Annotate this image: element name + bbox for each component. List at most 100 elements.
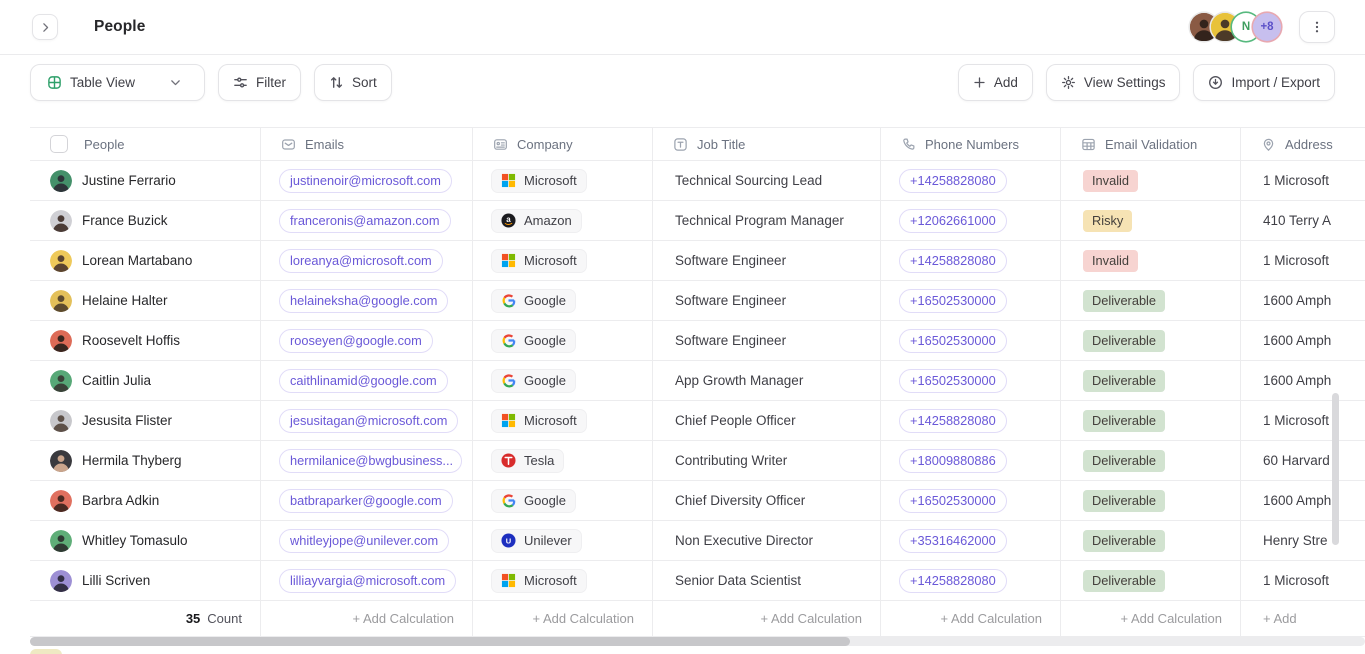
company-pill[interactable]: Microsoft bbox=[491, 409, 587, 433]
cell-email[interactable]: franceronis@amazon.com bbox=[261, 201, 473, 241]
cell-person-name[interactable]: Jesusita Flister bbox=[30, 401, 261, 441]
email-chip[interactable]: whitleyjope@unilever.com bbox=[279, 529, 449, 553]
cell-email[interactable]: justinenoir@microsoft.com bbox=[261, 161, 473, 201]
cell-company[interactable]: Google bbox=[473, 281, 653, 321]
add-calculation-button[interactable]: + Add Calculation bbox=[261, 601, 473, 637]
email-chip[interactable]: franceronis@amazon.com bbox=[279, 209, 451, 233]
email-chip[interactable]: lilliayvargia@microsoft.com bbox=[279, 569, 456, 593]
phone-chip[interactable]: +14258828080 bbox=[899, 169, 1007, 193]
cell-company[interactable]: Microsoft bbox=[473, 241, 653, 281]
cell-company[interactable]: Google bbox=[473, 321, 653, 361]
email-chip[interactable]: batbraparker@google.com bbox=[279, 489, 453, 513]
cell-address[interactable]: 1600 Amph bbox=[1241, 361, 1365, 401]
cell-job-title[interactable]: Chief Diversity Officer bbox=[653, 481, 881, 521]
add-calculation-button[interactable]: + Add Calculation bbox=[881, 601, 1061, 637]
company-pill[interactable]: Google bbox=[491, 369, 576, 393]
cell-job-title[interactable]: Software Engineer bbox=[653, 241, 881, 281]
select-all-checkbox[interactable] bbox=[50, 135, 68, 153]
cell-company[interactable]: Microsoft bbox=[473, 561, 653, 601]
email-chip[interactable]: caithlinamid@google.com bbox=[279, 369, 448, 393]
cell-company[interactable]: aAmazon bbox=[473, 201, 653, 241]
cell-email-validation[interactable]: Invalid bbox=[1061, 161, 1241, 201]
phone-chip[interactable]: +16502530000 bbox=[899, 369, 1007, 393]
more-options-button[interactable] bbox=[1299, 11, 1335, 43]
cell-phone[interactable]: +16502530000 bbox=[881, 281, 1061, 321]
company-pill[interactable]: Microsoft bbox=[491, 569, 587, 593]
cell-email[interactable]: rooseyen@google.com bbox=[261, 321, 473, 361]
phone-chip[interactable]: +16502530000 bbox=[899, 289, 1007, 313]
cell-company[interactable]: Microsoft bbox=[473, 401, 653, 441]
phone-chip[interactable]: +16502530000 bbox=[899, 329, 1007, 353]
cell-job-title[interactable]: Contributing Writer bbox=[653, 441, 881, 481]
horizontal-scrollbar-track[interactable] bbox=[30, 637, 1365, 646]
cell-address[interactable]: 410 Terry A bbox=[1241, 201, 1365, 241]
cell-person-name[interactable]: Roosevelt Hoffis bbox=[30, 321, 261, 361]
cell-phone[interactable]: +14258828080 bbox=[881, 561, 1061, 601]
import-export-button[interactable]: Import / Export bbox=[1193, 64, 1335, 101]
cell-address[interactable]: 1600 Amph bbox=[1241, 281, 1365, 321]
cell-person-name[interactable]: Caitlin Julia bbox=[30, 361, 261, 401]
email-chip[interactable]: justinenoir@microsoft.com bbox=[279, 169, 452, 193]
add-calculation-button[interactable]: + Add Calculation bbox=[653, 601, 881, 637]
cell-person-name[interactable]: Justine Ferrario bbox=[30, 161, 261, 201]
company-pill[interactable]: Google bbox=[491, 489, 576, 513]
horizontal-scrollbar-thumb[interactable] bbox=[30, 637, 850, 646]
cell-job-title[interactable]: Software Engineer bbox=[653, 281, 881, 321]
email-chip[interactable]: loreanya@microsoft.com bbox=[279, 249, 443, 273]
cell-email-validation[interactable]: Deliverable bbox=[1061, 561, 1241, 601]
cell-address[interactable]: 1 Microsoft bbox=[1241, 161, 1365, 201]
cell-email-validation[interactable]: Deliverable bbox=[1061, 481, 1241, 521]
cell-phone[interactable]: +35316462000 bbox=[881, 521, 1061, 561]
cell-address[interactable]: 1600 Amph bbox=[1241, 321, 1365, 361]
phone-chip[interactable]: +14258828080 bbox=[899, 409, 1007, 433]
row-count-summary[interactable]: 35Count bbox=[30, 601, 261, 637]
cell-phone[interactable]: +14258828080 bbox=[881, 241, 1061, 281]
cell-email[interactable]: loreanya@microsoft.com bbox=[261, 241, 473, 281]
add-record-button[interactable]: Add bbox=[958, 64, 1033, 101]
email-chip[interactable]: jesusitagan@microsoft.com bbox=[279, 409, 458, 433]
column-header-company[interactable]: Company bbox=[473, 127, 653, 161]
phone-chip[interactable]: +35316462000 bbox=[899, 529, 1007, 553]
cell-company[interactable]: Google bbox=[473, 481, 653, 521]
cell-email[interactable]: jesusitagan@microsoft.com bbox=[261, 401, 473, 441]
cell-email-validation[interactable]: Deliverable bbox=[1061, 361, 1241, 401]
cell-person-name[interactable]: Whitley Tomasulo bbox=[30, 521, 261, 561]
view-settings-button[interactable]: View Settings bbox=[1046, 64, 1181, 101]
cell-email[interactable]: whitleyjope@unilever.com bbox=[261, 521, 473, 561]
add-calculation-button[interactable]: + Add bbox=[1241, 601, 1365, 637]
cell-company[interactable]: UUnilever bbox=[473, 521, 653, 561]
add-calculation-button[interactable]: + Add Calculation bbox=[1061, 601, 1241, 637]
email-chip[interactable]: hermilanice@bwgbusiness... bbox=[279, 449, 462, 473]
cell-phone[interactable]: +12062661000 bbox=[881, 201, 1061, 241]
cell-email-validation[interactable]: Risky bbox=[1061, 201, 1241, 241]
cell-person-name[interactable]: Lilli Scriven bbox=[30, 561, 261, 601]
cell-email[interactable]: lilliayvargia@microsoft.com bbox=[261, 561, 473, 601]
cell-email[interactable]: batbraparker@google.com bbox=[261, 481, 473, 521]
filter-button[interactable]: Filter bbox=[218, 64, 301, 101]
column-header-phone-numbers[interactable]: Phone Numbers bbox=[881, 127, 1061, 161]
phone-chip[interactable]: +14258828080 bbox=[899, 569, 1007, 593]
column-header-job-title[interactable]: Job Title bbox=[653, 127, 881, 161]
sort-button[interactable]: Sort bbox=[314, 64, 392, 101]
avatar-overflow-count[interactable]: +8 bbox=[1253, 13, 1281, 41]
cell-company[interactable]: Google bbox=[473, 361, 653, 401]
cell-address[interactable]: 1 Microsoft bbox=[1241, 561, 1365, 601]
cell-address[interactable]: 1 Microsoft bbox=[1241, 241, 1365, 281]
phone-chip[interactable]: +12062661000 bbox=[899, 209, 1007, 233]
company-pill[interactable]: UUnilever bbox=[491, 529, 582, 553]
cell-address[interactable]: 60 Harvard bbox=[1241, 441, 1365, 481]
column-header-email-validation[interactable]: Email Validation bbox=[1061, 127, 1241, 161]
cell-email-validation[interactable]: Deliverable bbox=[1061, 441, 1241, 481]
cell-email[interactable]: helaineksha@google.com bbox=[261, 281, 473, 321]
cell-phone[interactable]: +18009880886 bbox=[881, 441, 1061, 481]
cell-address[interactable]: 1 Microsoft bbox=[1241, 401, 1365, 441]
cell-person-name[interactable]: France Buzick bbox=[30, 201, 261, 241]
sidebar-expand-button[interactable] bbox=[32, 14, 58, 40]
phone-chip[interactable]: +14258828080 bbox=[899, 249, 1007, 273]
cell-phone[interactable]: +14258828080 bbox=[881, 161, 1061, 201]
cell-job-title[interactable]: Chief People Officer bbox=[653, 401, 881, 441]
cell-job-title[interactable]: App Growth Manager bbox=[653, 361, 881, 401]
cell-person-name[interactable]: Hermila Thyberg bbox=[30, 441, 261, 481]
cell-phone[interactable]: +16502530000 bbox=[881, 361, 1061, 401]
cell-company[interactable]: Tesla bbox=[473, 441, 653, 481]
